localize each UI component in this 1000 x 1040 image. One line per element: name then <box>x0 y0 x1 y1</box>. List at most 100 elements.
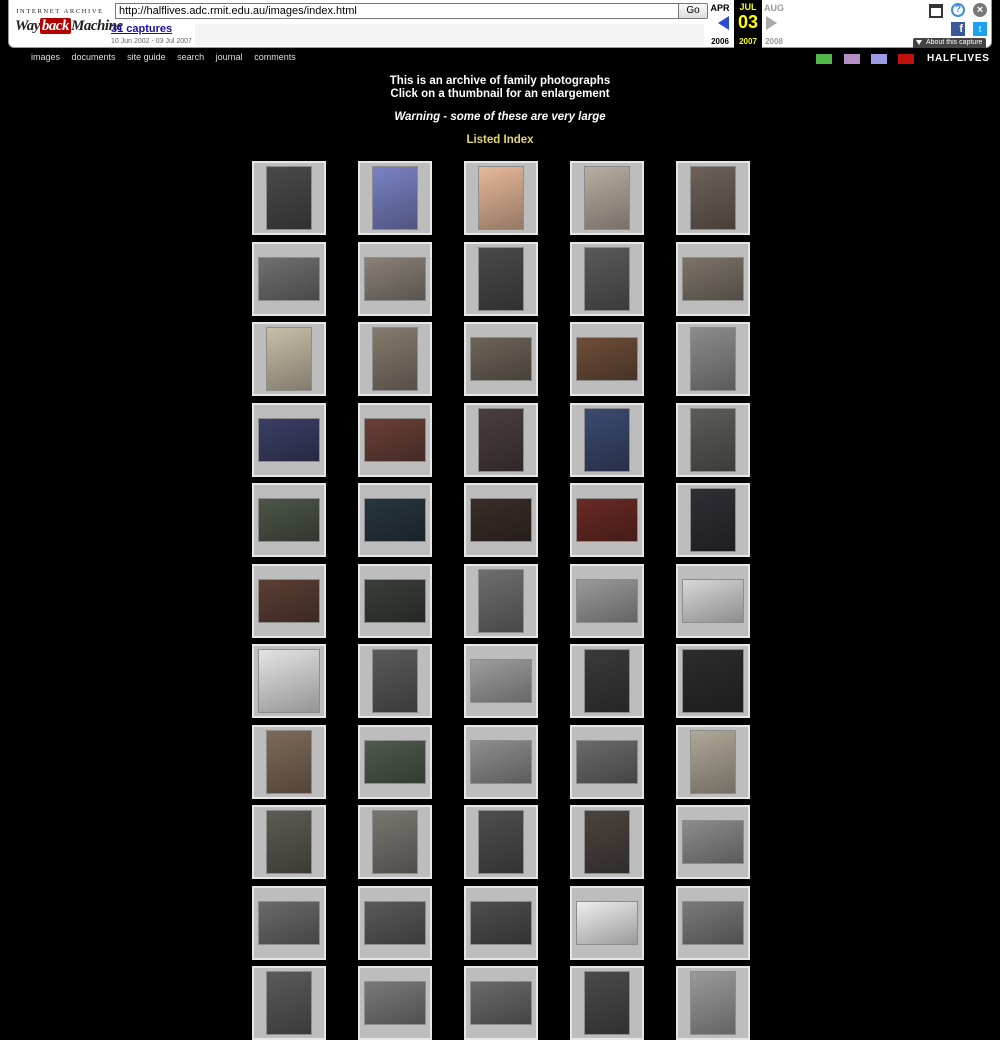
photo-thumbnail <box>365 982 425 1024</box>
photo-thumbnail <box>683 257 743 300</box>
photo-thumbnail <box>585 972 629 1034</box>
thumbnail-link[interactable] <box>358 161 432 235</box>
thumbnail-link[interactable] <box>570 161 644 235</box>
thumbnail-link[interactable] <box>358 483 432 557</box>
thumbnail-link[interactable] <box>358 644 432 718</box>
photo-thumbnail <box>259 650 319 712</box>
photo-thumbnail <box>267 811 311 873</box>
photo-thumbnail <box>683 579 743 622</box>
thumbnail-link[interactable] <box>464 483 538 557</box>
thumbnail-link[interactable] <box>570 322 644 396</box>
thumbnail-link[interactable] <box>570 644 644 718</box>
thumbnail-link[interactable] <box>570 483 644 557</box>
photo-thumbnail <box>585 167 629 229</box>
thumbnail-link[interactable] <box>252 805 326 879</box>
thumbnail-link[interactable] <box>464 805 538 879</box>
photo-thumbnail <box>267 730 311 793</box>
thumbnail-link[interactable] <box>252 241 326 316</box>
thumbnail-link[interactable] <box>570 966 644 1040</box>
photo-thumbnail <box>479 569 523 632</box>
photo-thumbnail <box>691 489 735 551</box>
photo-thumbnail <box>373 650 417 712</box>
photo-thumbnail <box>479 408 523 471</box>
thumbnail-link[interactable] <box>358 724 432 799</box>
thumbnail-link[interactable] <box>570 724 644 799</box>
thumbnail-link[interactable] <box>252 322 326 396</box>
photo-thumbnail <box>585 650 629 712</box>
photo-thumbnail <box>365 418 425 461</box>
photo-thumbnail <box>577 901 637 944</box>
photo-thumbnail <box>691 972 735 1034</box>
thumbnail-link[interactable] <box>570 563 644 638</box>
photo-thumbnail <box>259 579 319 622</box>
photo-thumbnail <box>365 740 425 783</box>
thumbnail-link[interactable] <box>464 644 538 718</box>
photo-thumbnail <box>471 740 531 783</box>
thumbnail-link[interactable] <box>464 241 538 316</box>
thumbnail-link[interactable] <box>358 563 432 638</box>
thumbnail-link[interactable] <box>358 885 432 960</box>
photo-thumbnail <box>479 811 523 873</box>
thumbnail-link[interactable] <box>252 724 326 799</box>
photo-thumbnail <box>471 499 531 541</box>
photo-thumbnail <box>259 257 319 300</box>
thumbnail-link[interactable] <box>252 563 326 638</box>
photo-thumbnail <box>479 167 523 229</box>
photo-thumbnail <box>683 901 743 944</box>
thumbnail-link[interactable] <box>252 644 326 718</box>
photo-thumbnail <box>471 982 531 1024</box>
thumbnail-link[interactable] <box>464 966 538 1040</box>
thumbnail-link[interactable] <box>676 644 750 718</box>
thumbnail-link[interactable] <box>358 402 432 477</box>
thumbnail-link[interactable] <box>570 241 644 316</box>
photo-thumbnail <box>577 499 637 541</box>
photo-thumbnail <box>267 972 311 1034</box>
thumbnail-link[interactable] <box>358 241 432 316</box>
thumbnail-link[interactable] <box>676 241 750 316</box>
photo-thumbnail <box>259 901 319 944</box>
thumbnail-link[interactable] <box>252 966 326 1040</box>
photo-thumbnail <box>365 579 425 622</box>
thumbnail-link[interactable] <box>676 483 750 557</box>
thumbnail-link[interactable] <box>676 966 750 1040</box>
photo-thumbnail <box>471 901 531 944</box>
thumbnail-link[interactable] <box>358 966 432 1040</box>
photo-thumbnail <box>691 730 735 793</box>
photo-thumbnail <box>373 167 417 229</box>
photo-thumbnail <box>267 328 311 390</box>
thumbnail-link[interactable] <box>358 322 432 396</box>
photo-thumbnail <box>471 338 531 380</box>
photo-thumbnail <box>683 650 743 712</box>
photo-thumbnail <box>479 247 523 310</box>
thumbnail-link[interactable] <box>464 322 538 396</box>
thumbnail-link[interactable] <box>464 885 538 960</box>
thumbnail-link[interactable] <box>252 402 326 477</box>
thumbnail-link[interactable] <box>464 724 538 799</box>
thumbnail-link[interactable] <box>358 805 432 879</box>
photo-thumbnail <box>585 811 629 873</box>
thumbnail-link[interactable] <box>252 483 326 557</box>
thumbnail-link[interactable] <box>252 161 326 235</box>
photo-thumbnail <box>373 811 417 873</box>
thumbnail-link[interactable] <box>676 885 750 960</box>
photo-thumbnail <box>691 167 735 229</box>
thumbnail-link[interactable] <box>676 322 750 396</box>
thumbnail-link[interactable] <box>464 161 538 235</box>
thumbnail-link[interactable] <box>570 402 644 477</box>
thumbnail-link[interactable] <box>252 885 326 960</box>
photo-thumbnail <box>267 167 311 229</box>
photo-thumbnail <box>577 338 637 380</box>
thumbnail-link[interactable] <box>464 402 538 477</box>
thumbnail-link[interactable] <box>464 563 538 638</box>
photo-thumbnail <box>577 740 637 783</box>
thumbnail-link[interactable] <box>676 402 750 477</box>
thumbnail-link[interactable] <box>676 161 750 235</box>
thumbnail-link[interactable] <box>570 885 644 960</box>
photo-thumbnail <box>585 247 629 310</box>
thumbnail-link[interactable] <box>570 805 644 879</box>
photo-thumbnail <box>365 257 425 300</box>
thumbnail-link[interactable] <box>676 563 750 638</box>
thumbnail-link[interactable] <box>676 724 750 799</box>
photo-thumbnail <box>365 901 425 944</box>
thumbnail-link[interactable] <box>676 805 750 879</box>
